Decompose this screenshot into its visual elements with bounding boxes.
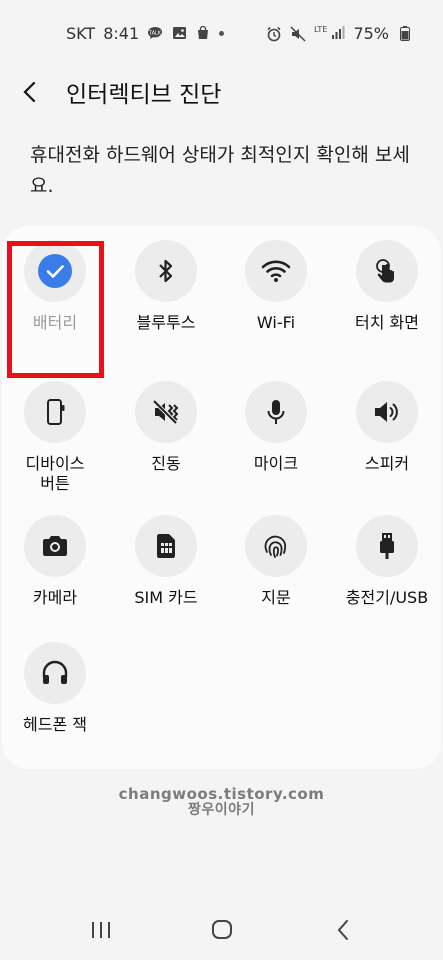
sim-card-icon (157, 534, 175, 558)
gallery-icon (171, 26, 187, 40)
usb-test-circle (356, 515, 418, 577)
test-item-camera[interactable]: 카메라 (0, 515, 110, 637)
sim-card-test-circle (135, 515, 197, 577)
home-icon (211, 920, 232, 939)
speaker-test-circle (356, 381, 418, 443)
test-item-bluetooth[interactable]: 블루투스 (111, 240, 221, 362)
clock: 8:41 (103, 23, 140, 43)
back-nav-button[interactable] (313, 900, 373, 960)
item-label: 진동 (151, 454, 181, 473)
microphone-test-circle (245, 381, 307, 443)
usb-icon (380, 533, 394, 559)
test-item-charger-usb[interactable]: 충전기/USB (332, 515, 442, 637)
check-icon (38, 254, 72, 288)
test-item-speaker[interactable]: 스피커 (332, 381, 442, 503)
test-item-wifi[interactable]: Wi-Fi (221, 240, 331, 362)
home-button[interactable] (192, 900, 252, 960)
wifi-icon (261, 260, 291, 282)
watermark-name: 짱우이야기 (188, 802, 255, 818)
item-label: SIM 카드 (134, 588, 198, 607)
item-label: 카메라 (32, 588, 78, 607)
page-title: 인터렉티브 진단 (66, 82, 222, 108)
item-label: 스피커 (364, 454, 410, 473)
app-bar: 인터렉티브 진단 (0, 66, 443, 118)
carrier-label: SKT (66, 23, 96, 43)
headphone-test-circle (24, 642, 86, 704)
test-item-microphone[interactable]: 마이크 (221, 381, 331, 503)
test-item-fingerprint[interactable]: 지문 (221, 515, 331, 637)
vibration-icon (152, 399, 179, 425)
fingerprint-icon (264, 535, 287, 558)
back-button[interactable] (0, 66, 60, 118)
recent-apps-button[interactable] (71, 900, 131, 960)
test-item-vibration[interactable]: 진동 (111, 381, 221, 503)
notification-dot-icon (219, 30, 225, 36)
speaker-icon (375, 402, 398, 422)
test-item-device-buttons[interactable]: 디바이스 버튼 (0, 381, 110, 503)
back-nav-icon (337, 920, 348, 940)
touch-icon (376, 259, 394, 283)
item-label: 배터리 (32, 313, 78, 332)
item-label: 지문 (261, 588, 291, 607)
microphone-icon (267, 400, 285, 424)
battery-percent: 75% (353, 23, 389, 43)
chat-icon: TALK (147, 26, 163, 40)
navigation-bar (0, 900, 443, 960)
status-bar-left: SKT 8:41 TALK (66, 23, 225, 43)
fingerprint-test-circle (245, 515, 307, 577)
bluetooth-test-circle (135, 240, 197, 302)
page-description: 휴대전화 하드웨어 상태가 최적인지 확인해 보세요. (30, 144, 410, 197)
camera-icon (43, 536, 67, 556)
back-arrow-icon (23, 81, 36, 103)
battery-test-circle (24, 240, 86, 302)
item-label: Wi-Fi (256, 313, 296, 332)
item-label: 헤드폰 잭 (23, 715, 87, 734)
lte-signal-icon: LTE (314, 26, 345, 40)
vibration-test-circle (135, 381, 197, 443)
item-label: 디바이스 버튼 (25, 454, 85, 493)
shopping-bag-icon (195, 25, 211, 40)
alarm-icon (266, 26, 282, 42)
item-label: 충전기/USB (345, 588, 429, 607)
mute-icon (290, 26, 306, 42)
bluetooth-icon (159, 259, 173, 283)
svg-text:TALK: TALK (148, 31, 162, 37)
item-label: 터치 화면 (355, 313, 419, 332)
test-item-sim-card[interactable]: SIM 카드 (111, 515, 221, 637)
touch-test-circle (356, 240, 418, 302)
test-item-battery[interactable]: 배터리 (0, 240, 110, 362)
status-bar: SKT 8:41 TALK LTE 75% (0, 0, 443, 66)
wifi-test-circle (245, 240, 307, 302)
device-buttons-test-circle (24, 381, 86, 443)
test-item-touchscreen[interactable]: 터치 화면 (332, 240, 442, 362)
headphone-icon (42, 660, 68, 684)
status-bar-right: LTE 75% (266, 24, 413, 43)
item-label: 블루투스 (136, 313, 196, 332)
test-item-headphone-jack[interactable]: 헤드폰 잭 (0, 642, 110, 764)
watermark: changwoos.tistory.com 짱우이야기 (0, 786, 443, 818)
recent-apps-icon (91, 922, 110, 938)
camera-test-circle (24, 515, 86, 577)
watermark-url: changwoos.tistory.com (118, 785, 325, 803)
item-label: 마이크 (253, 454, 299, 473)
battery-icon (397, 26, 413, 41)
device-button-icon (47, 399, 65, 425)
